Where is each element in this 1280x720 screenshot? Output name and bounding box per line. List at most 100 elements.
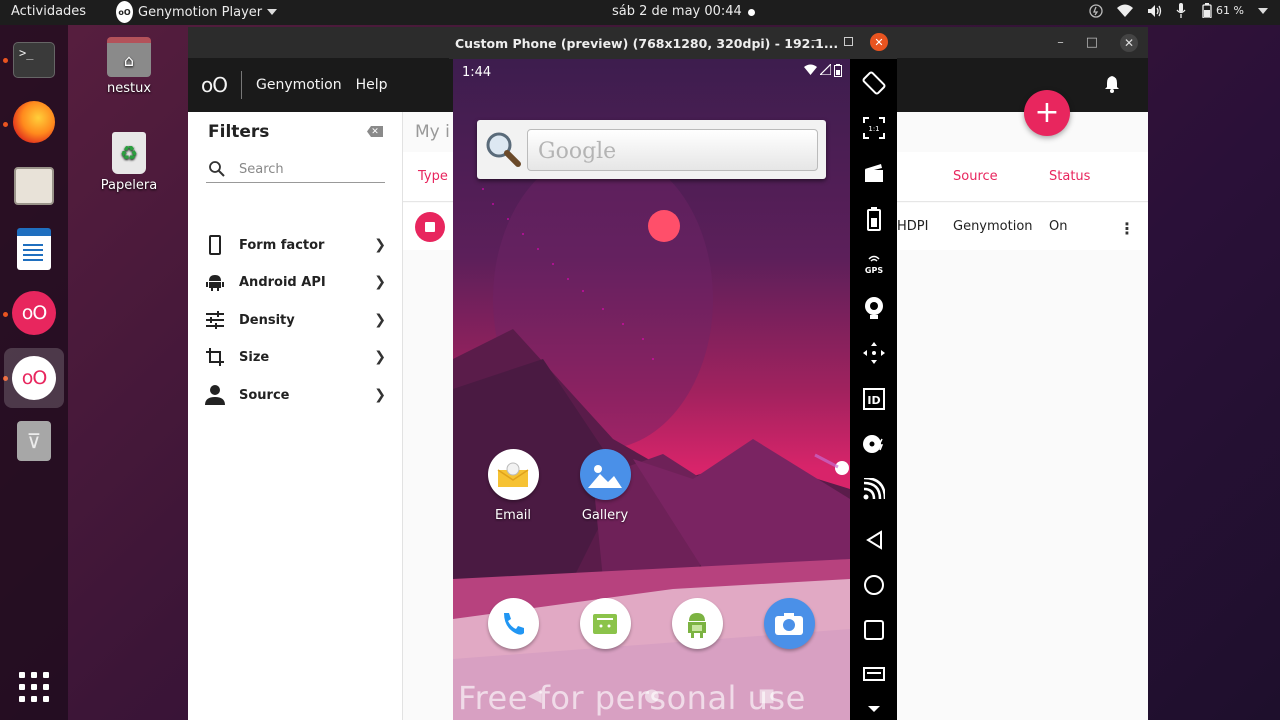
filter-label: Source — [239, 387, 290, 403]
writer-icon — [17, 228, 51, 270]
activities-button[interactable]: Actividades — [11, 4, 86, 19]
desktop-home-label: nestux — [106, 81, 152, 96]
clear-filters-icon[interactable]: ✕ — [367, 126, 383, 137]
dock-usb-drive[interactable]: ⊽ — [11, 418, 57, 464]
menu-help[interactable]: Help — [356, 77, 388, 93]
column-type[interactable]: Type — [418, 169, 448, 184]
close-icon[interactable]: ✕ — [870, 33, 888, 51]
disk-io-icon[interactable] — [860, 430, 887, 457]
emulator-titlebar[interactable]: Custom Phone (preview) (768x1280, 320dpi… — [449, 27, 897, 59]
battery-icon — [834, 64, 842, 77]
rotate-icon[interactable] — [860, 69, 887, 96]
wifi-icon — [1117, 4, 1134, 17]
filter-density[interactable]: Density ❯ — [204, 307, 386, 333]
maximize-icon[interactable] — [844, 37, 853, 46]
recents-icon[interactable] — [860, 616, 887, 643]
back-icon[interactable] — [860, 526, 887, 553]
filter-source[interactable]: Source ❯ — [204, 382, 386, 408]
hotseat-android-market[interactable] — [654, 598, 740, 657]
status-icons — [804, 64, 842, 77]
running-indicator — [3, 312, 8, 317]
pixel-perfect-icon[interactable]: 1:1 — [860, 114, 887, 141]
chevron-right-icon: ❯ — [374, 274, 386, 290]
minimize-icon[interactable]: – — [811, 32, 817, 47]
dock-genymotion-player[interactable]: oO — [4, 348, 64, 408]
filter-form-factor[interactable]: Form factor ❯ — [204, 232, 386, 258]
app-label: Gallery — [581, 508, 629, 523]
column-status[interactable]: Status — [1049, 169, 1090, 184]
filter-label: Android API — [239, 274, 326, 290]
filter-size[interactable]: Size ❯ — [204, 344, 386, 370]
navigation-icon[interactable] — [860, 339, 887, 366]
identifiers-icon[interactable]: ID — [860, 385, 887, 412]
firefox-icon — [13, 101, 55, 143]
bell-icon[interactable] — [1103, 75, 1121, 93]
watermark: Free for personal use — [458, 679, 806, 717]
row-status: On — [1049, 219, 1068, 234]
maximize-icon[interactable]: □ — [1086, 35, 1098, 50]
stop-device-button[interactable] — [415, 212, 445, 242]
network-icon[interactable] — [860, 475, 887, 502]
filters-panel: Filters ✕ Form factor ❯ Android API ❯ De… — [188, 112, 403, 720]
more-options-icon[interactable]: ⋮ — [1119, 219, 1135, 238]
filter-label: Size — [239, 349, 270, 365]
genymotion-logo-icon: oO — [116, 1, 133, 23]
svg-text:GPS: GPS — [864, 266, 882, 275]
show-applications-button[interactable] — [11, 664, 57, 710]
app-gallery[interactable]: Gallery — [562, 449, 648, 523]
sliders-icon — [204, 309, 226, 331]
desktop-trash-label: Papelera — [100, 178, 158, 193]
status-time: 1:44 — [462, 65, 492, 80]
gallery-icon — [579, 449, 631, 500]
dock-firefox[interactable] — [11, 99, 57, 145]
dock-writer[interactable] — [11, 226, 57, 272]
home-icon[interactable] — [860, 571, 887, 598]
clock[interactable]: sáb 2 de may 00:44 — [612, 4, 742, 19]
search-icon — [209, 161, 225, 177]
android-market-icon — [671, 598, 723, 649]
genymotion-icon: oO — [12, 291, 56, 335]
app-email[interactable]: Email — [470, 449, 556, 523]
hotseat-phone[interactable] — [470, 598, 556, 657]
hotseat-messaging[interactable] — [562, 598, 648, 657]
gps-icon[interactable]: GPS — [860, 250, 887, 277]
person-icon — [204, 384, 226, 406]
running-indicator — [3, 58, 8, 63]
system-tray[interactable]: 61 % — [1089, 3, 1268, 18]
terminal-icon: >_ — [13, 42, 55, 78]
capture-icon[interactable] — [860, 159, 887, 186]
menu-genymotion[interactable]: Genymotion — [256, 77, 342, 93]
search-input[interactable] — [239, 161, 369, 177]
filter-android-api[interactable]: Android API ❯ — [204, 269, 386, 295]
dock-genymotion[interactable]: oO — [11, 290, 57, 336]
menu-icon[interactable] — [860, 660, 887, 687]
desktop-home-folder[interactable]: ⌂ nestux — [89, 37, 169, 96]
dock-terminal[interactable]: >_ — [11, 37, 57, 83]
running-indicator — [3, 122, 8, 127]
minimize-icon[interactable]: – — [1057, 35, 1064, 50]
google-search-box[interactable]: Google — [527, 129, 818, 171]
dock-files[interactable] — [11, 163, 57, 209]
usb-icon: ⊽ — [17, 421, 51, 461]
battery-icon[interactable] — [860, 205, 887, 232]
app-menu-label: Genymotion Player — [138, 4, 263, 20]
google-search-widget[interactable]: Google — [477, 120, 826, 179]
messaging-icon — [579, 598, 631, 649]
filter-label: Form factor — [239, 237, 325, 253]
apps-grid-icon — [19, 672, 49, 702]
close-icon[interactable]: ✕ — [1120, 33, 1138, 52]
desktop-trash[interactable]: ♻ Papelera — [89, 132, 169, 193]
genymotion-player-icon: oO — [12, 356, 56, 400]
android-screen[interactable]: 1:44 Google Email Gallery ◀ ● ■ Free for… — [453, 59, 850, 720]
ubuntu-top-bar: Actividades oO Genymotion Player sáb 2 d… — [0, 0, 1280, 25]
app-menu[interactable]: oO Genymotion Player — [116, 1, 278, 23]
column-source[interactable]: Source — [953, 169, 998, 184]
chevron-down-icon[interactable] — [860, 695, 887, 720]
hotseat-camera[interactable] — [746, 598, 832, 657]
genymotion-logo: oO — [201, 71, 242, 99]
chevron-right-icon: ❯ — [374, 312, 386, 328]
filter-label: Density — [239, 312, 295, 328]
row-source: Genymotion — [953, 219, 1033, 234]
webcam-icon[interactable] — [860, 294, 887, 321]
home-folder-icon: ⌂ — [107, 37, 151, 77]
